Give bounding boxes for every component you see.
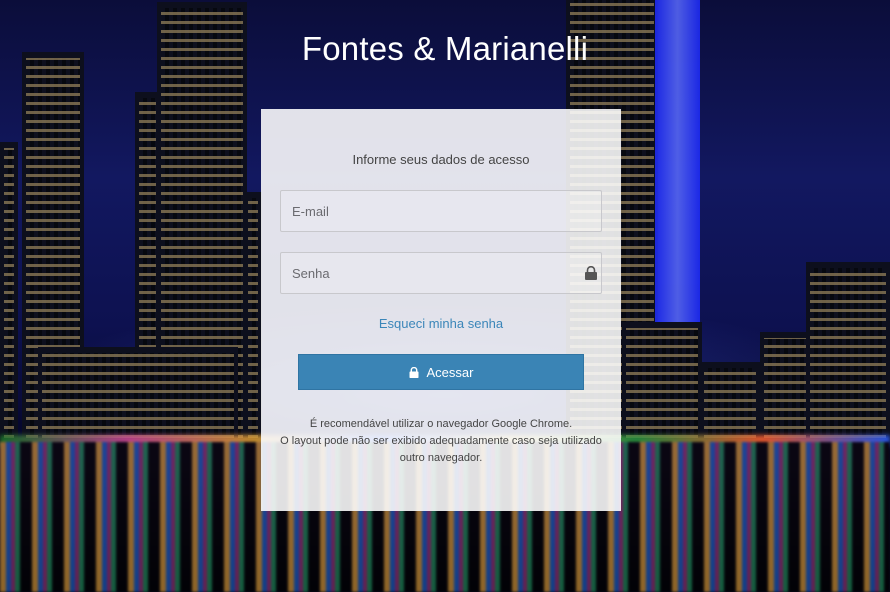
building: [38, 347, 238, 442]
building: [622, 322, 702, 442]
forgot-password-link[interactable]: Esqueci minha senha: [261, 316, 621, 331]
lock-icon: [409, 366, 419, 378]
browser-notice-line: outro navegador.: [399, 452, 483, 464]
password-input[interactable]: [281, 253, 601, 293]
browser-notice-line: É recomendável utilizar o navegador Goog…: [309, 418, 573, 430]
brand-title: Fontes & Marianelli: [301, 30, 589, 67]
submit-button-label: Acessar: [426, 364, 474, 380]
submit-button[interactable]: Acessar: [298, 354, 584, 390]
password-field-wrapper: [280, 252, 602, 294]
building: [0, 142, 18, 442]
login-heading: Informe seus dados de acesso: [352, 152, 530, 167]
building: [700, 362, 760, 442]
building: [806, 262, 890, 442]
login-card: Informe seus dados de acesso Esqueci min…: [261, 109, 621, 511]
email-field-wrapper: [280, 190, 602, 232]
email-input[interactable]: [281, 191, 601, 231]
lock-icon: [585, 266, 597, 280]
browser-notice: É recomendável utilizar o navegador Goog…: [261, 416, 621, 467]
building: [244, 192, 262, 442]
browser-notice-line: O layout pode não ser exibido adequadame…: [280, 435, 602, 447]
